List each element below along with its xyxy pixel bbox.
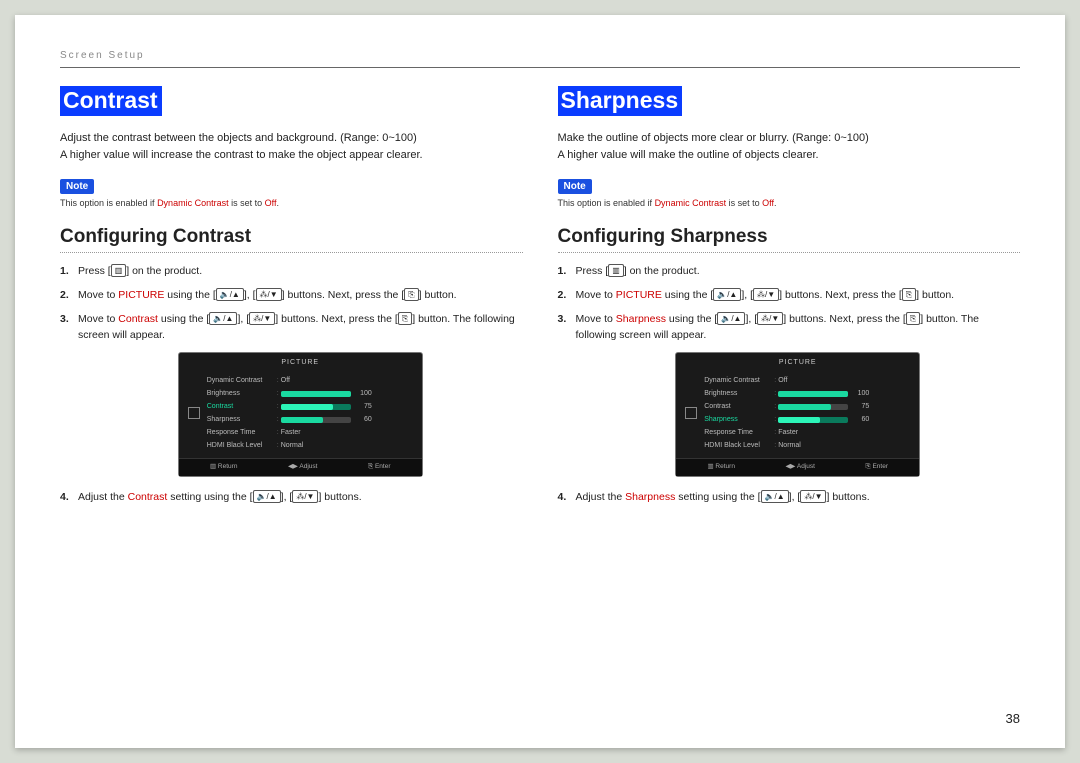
enter-icon: ⎘ [404, 288, 418, 301]
note-badge: Note [558, 179, 592, 194]
osd-label: Contrast [203, 401, 275, 412]
down-icon: ⁂/▼ [800, 490, 826, 503]
osd-value: 100 [778, 388, 913, 399]
step-3: Move to Sharpness using the [🔈/▲], [⁂/▼]… [558, 311, 1021, 477]
down-icon: ⁂/▼ [249, 312, 275, 325]
steps-sharpness: Press [▥] on the product. Move to PICTUR… [558, 263, 1021, 506]
osd-footer: ▥ Return◀▶ Adjust⎘ Enter [179, 458, 422, 475]
enter-icon: ⎘ [398, 312, 412, 325]
osd-row: HDMI Black Level:Normal [700, 439, 913, 452]
manual-page: Screen Setup Contrast Adjust the contras… [15, 15, 1065, 748]
osd-value: 75 [281, 401, 416, 412]
osd-value: Normal [778, 440, 913, 451]
down-icon: ⁂/▼ [757, 312, 783, 325]
osd-row: Sharpness:60 [700, 413, 913, 426]
step-4: Adjust the Contrast setting using the [🔈… [60, 489, 523, 506]
osd-value: Off [778, 375, 913, 386]
osd-label: Dynamic Contrast [700, 375, 772, 386]
osd-row: Response Time:Faster [700, 426, 913, 439]
up-icon: 🔈/▲ [713, 288, 741, 301]
col-contrast: Contrast Adjust the contrast between the… [60, 86, 523, 513]
up-icon: 🔈/▲ [216, 288, 244, 301]
picture-icon [185, 374, 203, 452]
osd-label: Sharpness [203, 414, 275, 425]
osd-value: Normal [281, 440, 416, 451]
content-columns: Contrast Adjust the contrast between the… [60, 86, 1020, 513]
dotted-rule [60, 252, 523, 253]
down-icon: ⁂/▼ [753, 288, 779, 301]
step-3: Move to Contrast using the [🔈/▲], [⁂/▼] … [60, 311, 523, 477]
osd-value: 60 [778, 414, 913, 425]
page-number: 38 [1006, 711, 1020, 726]
osd-row: Brightness:100 [203, 387, 416, 400]
up-icon: 🔈/▲ [253, 490, 281, 503]
osd-label: Brightness [700, 388, 772, 399]
osd-label: Response Time [203, 427, 275, 438]
osd-title: PICTURE [179, 357, 422, 368]
osd-row: Contrast:75 [700, 400, 913, 413]
subheading-configuring-contrast: Configuring Contrast [60, 226, 523, 248]
subheading-configuring-sharpness: Configuring Sharpness [558, 226, 1021, 248]
osd-label: Response Time [700, 427, 772, 438]
menu-icon: ▥ [608, 264, 624, 277]
dotted-rule [558, 252, 1021, 253]
note-text: This option is enabled if Dynamic Contra… [60, 198, 523, 208]
osd-row: Dynamic Contrast:Off [203, 374, 416, 387]
up-icon: 🔈/▲ [761, 490, 789, 503]
osd-value: 75 [778, 401, 913, 412]
page-header: Screen Setup [60, 50, 1020, 61]
contrast-description: Adjust the contrast between the objects … [60, 130, 523, 164]
osd-row: Sharpness:60 [203, 413, 416, 426]
osd-label: Sharpness [700, 414, 772, 425]
osd-footer: ▥ Return◀▶ Adjust⎘ Enter [676, 458, 919, 475]
step-1: Press [▥] on the product. [60, 263, 523, 280]
osd-title: PICTURE [676, 357, 919, 368]
osd-screenshot-sharpness: PICTURE Dynamic Contrast:OffBrightness:10… [576, 352, 1021, 477]
heading-contrast: Contrast [60, 86, 162, 116]
osd-label: Brightness [203, 388, 275, 399]
osd-value: Off [281, 375, 416, 386]
osd-value: 60 [281, 414, 416, 425]
osd-value: Faster [778, 427, 913, 438]
osd-label: HDMI Black Level [700, 440, 772, 451]
osd-label: Dynamic Contrast [203, 375, 275, 386]
step-2: Move to PICTURE using the [🔈/▲], [⁂/▼] b… [60, 287, 523, 304]
down-icon: ⁂/▼ [256, 288, 282, 301]
osd-screenshot-contrast: PICTURE Dynamic Contrast:OffBrightness:10… [78, 352, 523, 477]
osd-row: Brightness:100 [700, 387, 913, 400]
menu-icon: ▥ [111, 264, 127, 277]
note-text: This option is enabled if Dynamic Contra… [558, 198, 1021, 208]
up-icon: 🔈/▲ [209, 312, 237, 325]
osd-row: HDMI Black Level:Normal [203, 439, 416, 452]
note-badge: Note [60, 179, 94, 194]
osd-value: Faster [281, 427, 416, 438]
col-sharpness: Sharpness Make the outline of objects mo… [558, 86, 1021, 513]
steps-contrast: Press [▥] on the product. Move to PICTUR… [60, 263, 523, 506]
osd-label: Contrast [700, 401, 772, 412]
step-2: Move to PICTURE using the [🔈/▲], [⁂/▼] b… [558, 287, 1021, 304]
osd-label: HDMI Black Level [203, 440, 275, 451]
picture-icon [682, 374, 700, 452]
osd-row: Dynamic Contrast:Off [700, 374, 913, 387]
enter-icon: ⎘ [902, 288, 916, 301]
up-icon: 🔈/▲ [717, 312, 745, 325]
heading-sharpness: Sharpness [558, 86, 683, 116]
enter-icon: ⎘ [906, 312, 920, 325]
down-icon: ⁂/▼ [292, 490, 318, 503]
osd-row: Response Time:Faster [203, 426, 416, 439]
step-4: Adjust the Sharpness setting using the [… [558, 489, 1021, 506]
header-rule [60, 67, 1020, 68]
step-1: Press [▥] on the product. [558, 263, 1021, 280]
sharpness-description: Make the outline of objects more clear o… [558, 130, 1021, 164]
osd-row: Contrast:75 [203, 400, 416, 413]
osd-value: 100 [281, 388, 416, 399]
